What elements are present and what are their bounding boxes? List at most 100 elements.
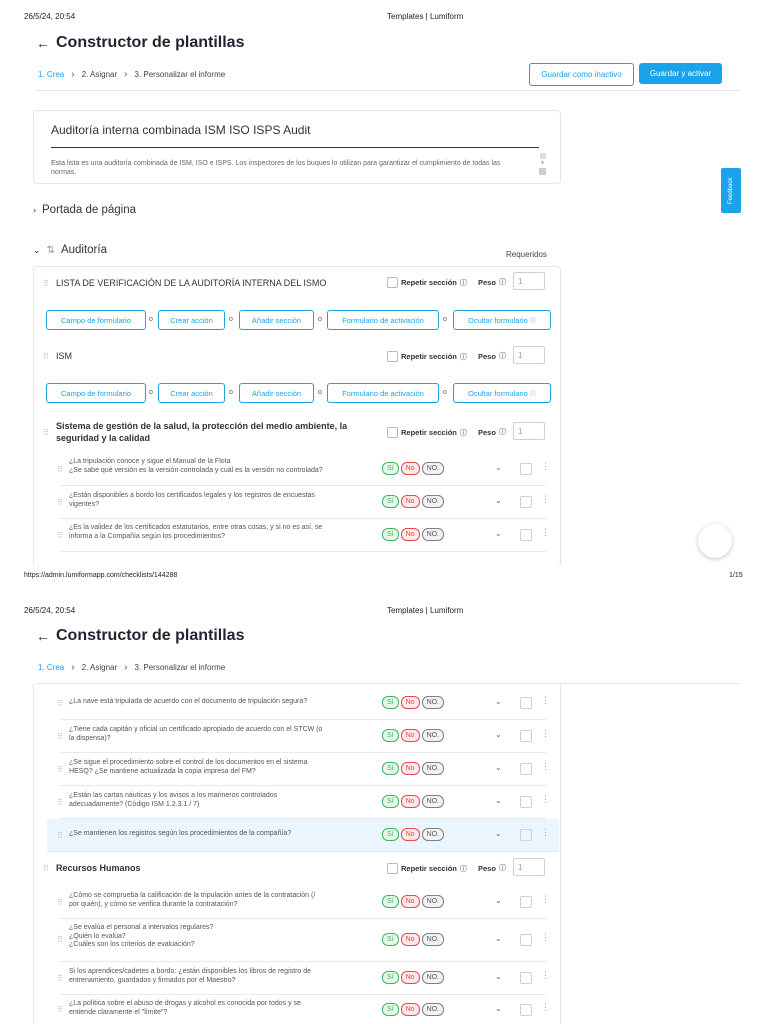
answer-set[interactable]: Sí No NO. (382, 828, 445, 841)
drag-handle-icon[interactable]: ⠿ (43, 864, 49, 873)
question-row[interactable]: ⠿ ¿Están las cartas náuticas y los aviso… (57, 786, 550, 819)
chevron-down-icon[interactable]: ⌄ (495, 496, 502, 505)
question-row[interactable]: ⠿ ¿La nave está tripulada de acuerdo con… (57, 687, 550, 720)
save-inactive-button[interactable]: Guardar como inactivo (529, 63, 634, 86)
more-icon[interactable]: ⋮ (541, 970, 550, 981)
question-text[interactable]: ¿Están disponibles a bordo los certifica… (69, 492, 374, 509)
more-icon[interactable]: ⋮ (541, 761, 550, 772)
step-report[interactable]: 3. Personalizar el informe (135, 70, 226, 79)
drag-handle-icon[interactable]: ⠿ (57, 765, 63, 774)
weight-input[interactable]: 1 (513, 858, 545, 876)
step-assign[interactable]: 2. Asignar (82, 663, 118, 672)
drag-handle-icon[interactable]: ⠿ (57, 798, 63, 807)
hide-form-button[interactable]: Ocultar formulario ⓘ (453, 310, 551, 330)
drag-handle-icon[interactable]: ⠿ (43, 428, 49, 437)
question-text[interactable]: ¿Tiene cada capitán y oficial un certifi… (69, 726, 374, 743)
more-icon[interactable]: ⋮ (541, 794, 550, 805)
drag-handle-icon[interactable]: ⠿ (43, 352, 49, 361)
question-text[interactable]: ¿Cómo se comprueba la calificación de la… (69, 892, 374, 909)
chevron-down-icon[interactable]: ⌄ (495, 796, 502, 805)
required-checkbox[interactable] (520, 529, 532, 541)
question-row[interactable]: ⠿ ¿Se evalúa el personal a intervalos re… (57, 919, 550, 962)
question-row[interactable]: ⠿ ¿Se sigue el procedimiento sobre el co… (57, 753, 550, 786)
question-row[interactable]: ⠿ ¿Están disponibles a bordo los certifi… (57, 486, 550, 519)
question-text[interactable]: ¿Se evalúa el personal a intervalos regu… (69, 924, 374, 950)
repeat-section-checkbox[interactable] (387, 427, 398, 438)
template-description[interactable]: Esta lista es una auditoría combinada de… (51, 159, 506, 177)
cover-section-header[interactable]: › Portada de página (33, 204, 136, 216)
required-checkbox[interactable] (520, 697, 532, 709)
answer-set[interactable]: Sí No NO. (382, 762, 445, 775)
question-text[interactable]: Si los aprendices/cadetes a bordo: ¿está… (69, 968, 374, 985)
answer-set[interactable]: Sí No NO. (382, 1003, 445, 1016)
drag-handle-icon[interactable]: ⠿ (57, 898, 63, 907)
more-icon[interactable]: ⋮ (541, 527, 550, 538)
answer-set[interactable]: Sí No NO. (382, 696, 445, 709)
chevron-down-icon[interactable]: ⌄ (495, 730, 502, 739)
chevron-down-icon[interactable]: ⌄ (495, 896, 502, 905)
chevron-down-icon[interactable]: ⌄ (495, 529, 502, 538)
create-action-button[interactable]: Crear acción (158, 383, 225, 403)
required-checkbox[interactable] (520, 763, 532, 775)
step-assign[interactable]: 2. Asignar (82, 70, 118, 79)
more-icon[interactable]: ⋮ (541, 827, 550, 838)
chevron-down-icon[interactable]: ⌄ (495, 763, 502, 772)
floating-help-button[interactable] (698, 524, 732, 558)
more-icon[interactable]: ⋮ (541, 461, 550, 472)
question-text[interactable]: ¿Se sigue el procedimiento sobre el cont… (69, 759, 374, 776)
answer-set[interactable]: Sí No NO. (382, 462, 445, 475)
question-text[interactable]: ¿Es la validez de los certificados estat… (69, 524, 374, 541)
required-checkbox[interactable] (520, 896, 532, 908)
repeat-section-checkbox[interactable] (387, 277, 398, 288)
drag-handle-icon[interactable]: ⠿ (57, 831, 63, 840)
drag-handle-icon[interactable]: ⠿ (57, 1005, 63, 1014)
scrollbar[interactable]: ▾ (538, 151, 547, 179)
add-section-button[interactable]: Añadir sección (239, 383, 314, 403)
required-checkbox[interactable] (520, 934, 532, 946)
more-icon[interactable]: ⋮ (541, 932, 550, 943)
drag-handle-icon[interactable]: ⠿ (57, 465, 63, 474)
question-text[interactable]: ¿Están las cartas náuticas y los avisos … (69, 792, 374, 809)
trigger-form-button[interactable]: Formulario de activación (327, 310, 439, 330)
more-icon[interactable]: ⋮ (541, 894, 550, 905)
form-field-button[interactable]: Campo de formulario (46, 383, 146, 403)
step-create[interactable]: 1. Crea (38, 663, 64, 672)
step-create[interactable]: 1. Crea (38, 70, 64, 79)
trigger-form-button[interactable]: Formulario de activación (327, 383, 439, 403)
question-text[interactable]: ¿La política sobre el abuso de drogas y … (69, 1000, 374, 1017)
template-title-input[interactable]: Auditoría interna combinada ISM ISO ISPS… (51, 123, 310, 137)
weight-input[interactable]: 1 (513, 272, 545, 290)
back-arrow-icon[interactable]: ← (36, 628, 50, 644)
feedback-tab[interactable]: Feedback (721, 168, 741, 213)
question-row[interactable]: ⠿ Si los aprendices/cadetes a bordo: ¿es… (57, 962, 550, 995)
more-icon[interactable]: ⋮ (541, 728, 550, 739)
back-arrow-icon[interactable]: ← (36, 35, 50, 51)
chevron-down-icon[interactable]: ⌄ (495, 1004, 502, 1013)
repeat-section-checkbox[interactable] (387, 351, 398, 362)
required-checkbox[interactable] (520, 796, 532, 808)
drag-handle-icon[interactable]: ⠿ (57, 935, 63, 944)
drag-handle-icon[interactable]: ⠿ (43, 279, 49, 288)
question-text[interactable]: ¿Se mantienen los registros según los pr… (69, 830, 374, 839)
required-checkbox[interactable] (520, 463, 532, 475)
save-activate-button[interactable]: Guardar y activar (639, 63, 722, 84)
section-title[interactable]: Recursos Humanos (56, 863, 141, 873)
hide-form-button[interactable]: Ocultar formulario ⓘ (453, 383, 551, 403)
add-section-button[interactable]: Añadir sección (239, 310, 314, 330)
chevron-down-icon[interactable]: ⌄ (495, 972, 502, 981)
chevron-down-icon[interactable]: ⌄ (495, 463, 502, 472)
required-checkbox[interactable] (520, 972, 532, 984)
step-report[interactable]: 3. Personalizar el informe (135, 663, 226, 672)
required-checkbox[interactable] (520, 829, 532, 841)
question-row[interactable]: ⠿ ¿La política sobre el abuso de drogas … (57, 995, 550, 1024)
answer-set[interactable]: Sí No NO. (382, 795, 445, 808)
create-action-button[interactable]: Crear acción (158, 310, 225, 330)
answer-set[interactable]: Sí No NO. (382, 895, 445, 908)
answer-set[interactable]: Sí No NO. (382, 495, 445, 508)
form-field-button[interactable]: Campo de formulario (46, 310, 146, 330)
drag-handle-icon[interactable]: ⠿ (57, 974, 63, 983)
drag-handle-icon[interactable]: ⠿ (57, 699, 63, 708)
drag-handle-icon[interactable]: ⠿ (57, 732, 63, 741)
question-row-selected[interactable]: ⠿ ¿Se mantienen los registros según los … (47, 819, 559, 852)
more-icon[interactable]: ⋮ (541, 695, 550, 706)
